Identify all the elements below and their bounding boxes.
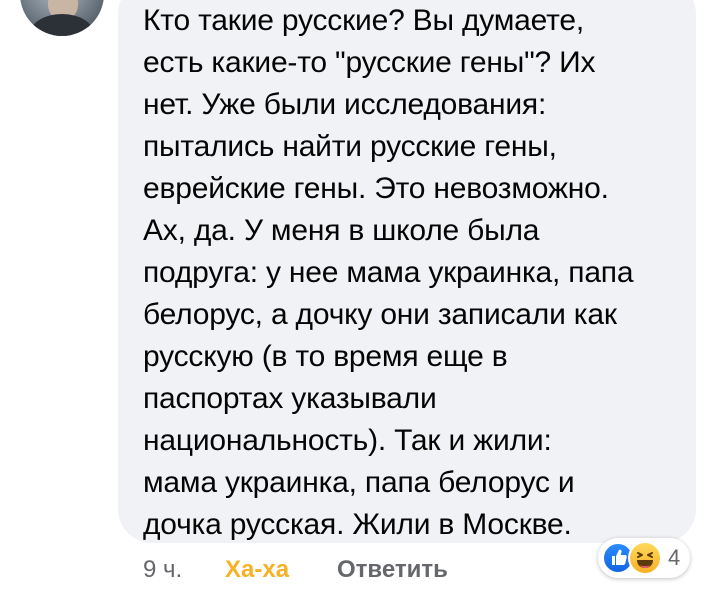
haha-icon (628, 541, 662, 575)
comment-timestamp[interactable]: 9 ч. (143, 556, 225, 584)
comment-line: паспортах указывали (143, 382, 437, 415)
comment-line: пытались найти русские гены, (143, 130, 557, 163)
comment-line: есть какие-то "русские гены"? Их (143, 46, 596, 79)
comment-line: национальность). Так и жили: (143, 424, 552, 457)
comment-line: подруга: у нее мама украинка, папа (143, 256, 634, 289)
comment-line: мама украинка, папа белорус и (143, 466, 575, 499)
comment-line: Ах, да. У меня в школе была (143, 214, 540, 247)
haha-reaction-button[interactable]: Ха-ха (225, 556, 337, 584)
comment-line: дочка русская. Жили в Москве. (143, 508, 572, 541)
reply-button[interactable]: Ответить (337, 556, 448, 584)
avatar[interactable] (20, 0, 104, 36)
reaction-count: 4 (668, 545, 681, 570)
comment-line: Кто такие русские? Вы думаете, (143, 4, 584, 37)
comment-line: белорус, а дочку они записали как (143, 298, 617, 331)
comment-line: еврейские гены. Это невозможно. (143, 172, 609, 205)
comment-line: русскую (в то время еще в (143, 340, 508, 373)
reaction-summary[interactable]: 4 (598, 538, 690, 578)
avatar-shoulders (30, 14, 94, 36)
comment-actions: 9 ч. Ха-ха Ответить (143, 552, 448, 588)
comment-text: Кто такие русские? Вы думаете, есть каки… (143, 0, 688, 546)
comment-line: нет. Уже были исследования: (143, 88, 547, 121)
